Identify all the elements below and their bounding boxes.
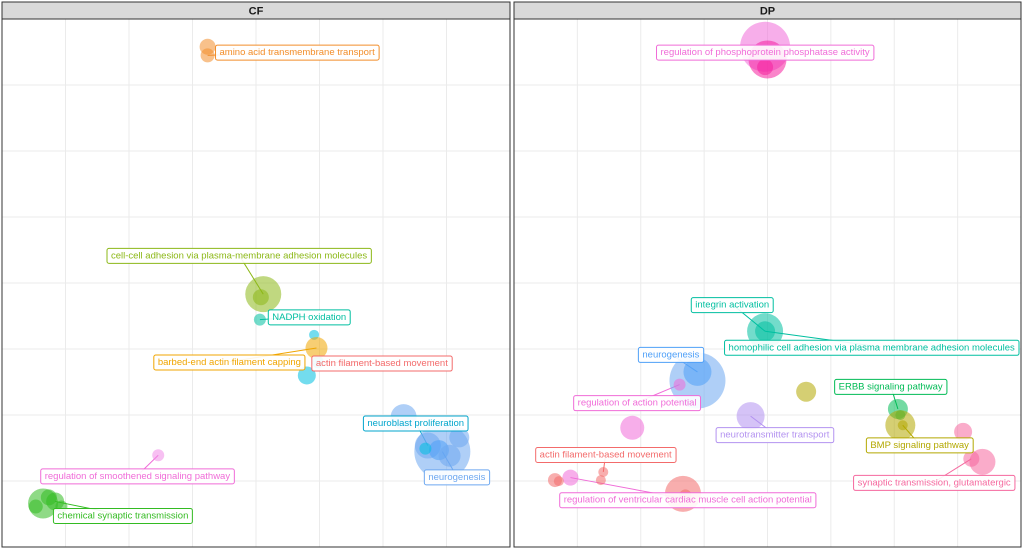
term-label: neuroblast proliferation (362, 415, 469, 432)
bubble-point (562, 469, 579, 486)
term-label-text: barbed-end actin filament capping (158, 357, 301, 368)
term-label: integrin activation (690, 297, 774, 314)
term-label-text: amino acid transmembrane transport (220, 47, 376, 58)
facet-strip-label: DP (760, 6, 775, 18)
term-label: neurotransmitter transport (715, 427, 835, 444)
term-label: amino acid transmembrane transport (215, 44, 380, 61)
bubble-point (736, 402, 765, 431)
bubble-point (595, 475, 606, 486)
bubble-point (252, 289, 269, 306)
term-label: actin filament-based movement (311, 355, 453, 372)
bubble-point (897, 420, 908, 431)
term-label-text: actin filament-based movement (316, 358, 448, 369)
term-label-text: homophilic cell adhesion via plasma memb… (729, 342, 1015, 353)
term-label: neurogenesis (423, 469, 491, 486)
term-label-text: NADPH oxidation (272, 312, 346, 323)
term-label-text: cell-cell adhesion via plasma-membrane a… (111, 250, 367, 261)
term-label: NADPH oxidation (267, 309, 351, 326)
term-label: neurogenesis (637, 346, 705, 363)
bubble-point (200, 48, 215, 63)
term-label-text: regulation of phosphoprotein phosphatase… (661, 47, 870, 58)
term-label: regulation of phosphoprotein phosphatase… (656, 44, 875, 61)
bubble-point (438, 444, 461, 467)
bubble-point (28, 499, 43, 514)
term-label: BMP signaling pathway (865, 437, 974, 454)
term-label: actin filament-based movement (535, 446, 677, 463)
faceted-bubble-chart: CF amino acid transmembrane transport cell… (1, 1, 1022, 548)
bubble-point (553, 476, 564, 487)
term-label: regulation of ventricular cardiac muscle… (559, 492, 817, 509)
term-label-text: regulation of ventricular cardiac muscle… (564, 495, 812, 506)
term-label-text: neuroblast proliferation (367, 418, 464, 429)
bubble-point (620, 415, 645, 440)
bubble-point (796, 381, 817, 402)
term-label-text: regulation of smoothened signaling pathw… (45, 471, 231, 482)
term-label-text: neurogenesis (428, 472, 485, 483)
term-label-text: neurogenesis (642, 349, 699, 360)
facet-strip-label: CF (249, 6, 264, 18)
term-label-text: ERBB signaling pathway (839, 381, 943, 392)
panel-cf: CF amino acid transmembrane transport cell… (1, 1, 511, 548)
term-label-text: regulation of action potential (578, 398, 697, 409)
bubble-point (40, 489, 57, 506)
term-label-text: BMP signaling pathway (870, 440, 969, 451)
bubble-point (152, 449, 165, 462)
term-label-text: synaptic transmission, glutamatergic (858, 477, 1011, 488)
bubble-point (419, 442, 432, 455)
term-label-text: integrin activation (695, 300, 769, 311)
term-label: cell-cell adhesion via plasma-membrane a… (106, 247, 372, 264)
bubble-point (755, 321, 776, 342)
term-label: chemical synaptic transmission (52, 507, 193, 524)
term-label: regulation of smoothened signaling pathw… (40, 468, 235, 485)
term-label: regulation of action potential (573, 395, 702, 412)
bubble-point (253, 313, 266, 326)
bubble-point (673, 378, 686, 391)
term-label: homophilic cell adhesion via plasma memb… (724, 339, 1020, 356)
term-label-text: chemical synaptic transmission (57, 510, 188, 521)
term-label-text: neurotransmitter transport (720, 430, 830, 441)
term-label: synaptic transmission, glutamatergic (853, 474, 1016, 491)
term-label: ERBB signaling pathway (834, 378, 948, 395)
bubble-point (757, 59, 774, 76)
term-label-text: actin filament-based movement (540, 449, 672, 460)
panel-dp: DP regulation of phosphoprotein phosphata… (513, 1, 1022, 548)
term-label: barbed-end actin filament capping (153, 354, 306, 371)
